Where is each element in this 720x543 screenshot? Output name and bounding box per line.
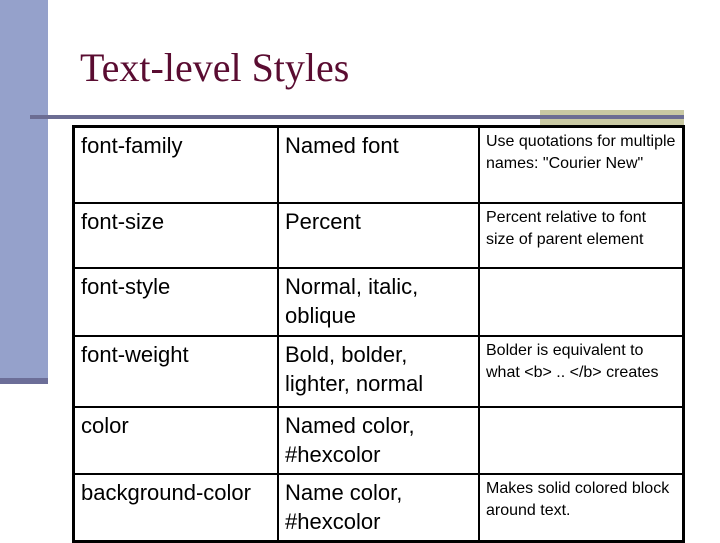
styles-table: font-family Named font Use quotations fo… — [72, 125, 685, 543]
table-row: font-style Normal, italic, oblique — [72, 267, 685, 337]
values-cell: Named font — [277, 125, 480, 204]
notes-cell: Percent relative to font size of parent … — [478, 202, 685, 269]
values-cell: Name color, #hexcolor — [277, 473, 480, 543]
property-cell: font-style — [72, 267, 279, 337]
side-accent-bar-base — [0, 378, 48, 384]
slide-title: Text-level Styles — [80, 45, 350, 90]
notes-cell: Use quotations for multiple names: "Cour… — [478, 125, 685, 204]
property-cell: font-family — [72, 125, 279, 204]
notes-cell: Makes solid colored block around text. — [478, 473, 685, 543]
table-row: font-size Percent Percent relative to fo… — [72, 202, 685, 269]
table-row: font-weight Bold, bolder, lighter, norma… — [72, 335, 685, 408]
values-cell: Normal, italic, oblique — [277, 267, 480, 337]
property-cell: color — [72, 406, 279, 475]
table-row: color Named color, #hexcolor — [72, 406, 685, 475]
notes-cell: Bolder is equivalent to what <b> .. </b>… — [478, 335, 685, 408]
title-divider — [30, 115, 684, 119]
values-cell: Percent — [277, 202, 480, 269]
property-cell: background-color — [72, 473, 279, 543]
notes-cell — [478, 406, 685, 475]
table-row: background-color Name color, #hexcolor M… — [72, 473, 685, 543]
side-accent-bar — [0, 0, 48, 378]
table-row: font-family Named font Use quotations fo… — [72, 125, 685, 204]
values-cell: Named color, #hexcolor — [277, 406, 480, 475]
notes-cell — [478, 267, 685, 337]
property-cell: font-weight — [72, 335, 279, 408]
property-cell: font-size — [72, 202, 279, 269]
values-cell: Bold, bolder, lighter, normal — [277, 335, 480, 408]
